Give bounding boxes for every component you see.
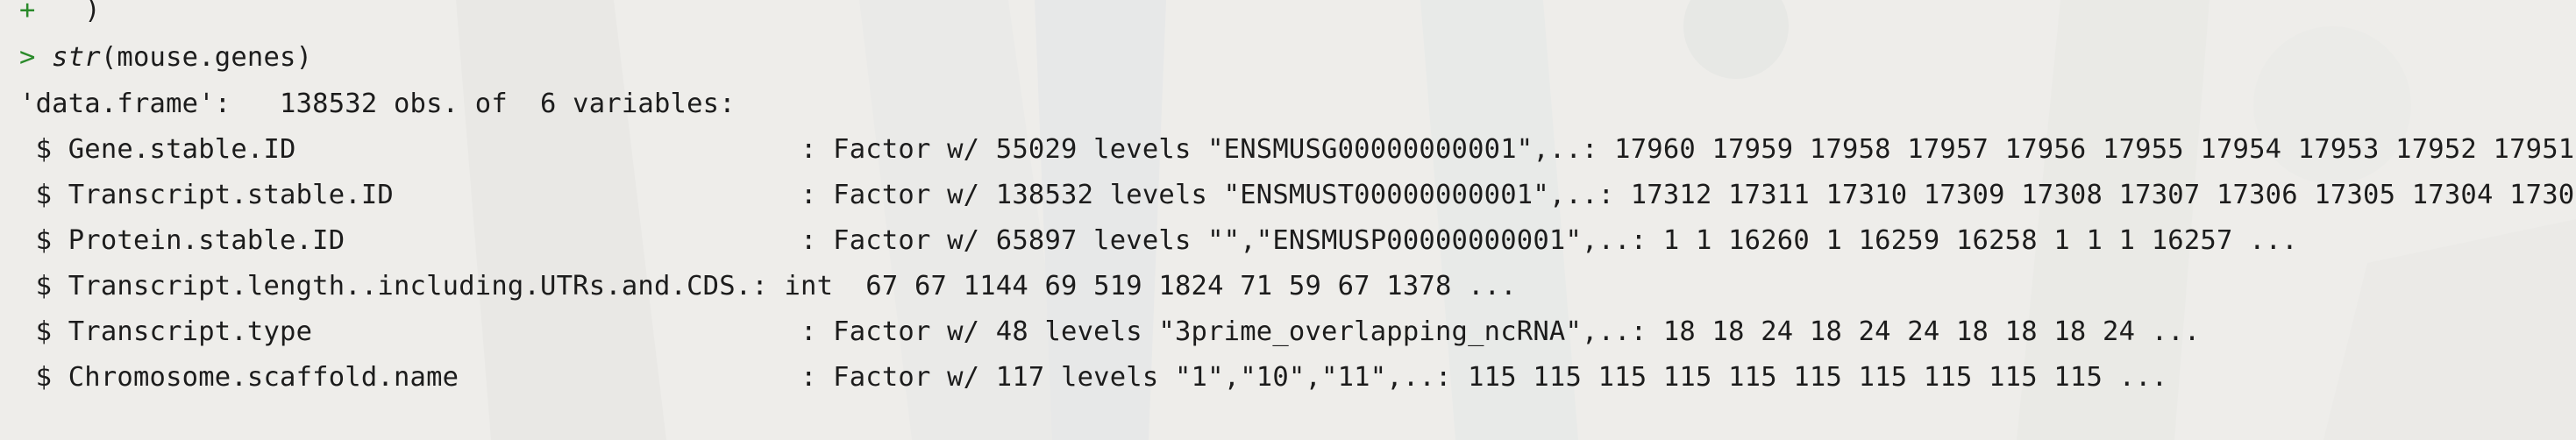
continuation-text: ): [35, 0, 101, 25]
continuation-prompt: +: [19, 0, 36, 25]
command-function: str: [52, 42, 101, 73]
command-line: > str(mouse.genes): [19, 35, 312, 81]
output-line-transcript-length: $ Transcript.length..including.UTRs.and.…: [19, 271, 1517, 302]
output-line-transcript-stable-id: $ Transcript.stable.ID : Factor w/ 13853…: [19, 180, 2576, 210]
output-line-transcript-type: $ Transcript.type : Factor w/ 48 levels …: [19, 316, 2201, 347]
r-console-output[interactable]: + ) > str(mouse.genes) 'data.frame': 138…: [0, 0, 2576, 440]
output-line-chromosome-scaffold-name: $ Chromosome.scaffold.name : Factor w/ 1…: [19, 362, 2168, 393]
command-prompt: >: [19, 42, 36, 73]
continuation-line: + ): [19, 0, 101, 33]
output-line-protein-stable-id: $ Protein.stable.ID : Factor w/ 65897 le…: [19, 225, 2298, 256]
output-line-structure-header: 'data.frame': 138532 obs. of 6 variables…: [19, 89, 736, 119]
output-line-gene-stable-id: $ Gene.stable.ID : Factor w/ 55029 level…: [19, 134, 2576, 165]
command-argument: (mouse.genes): [100, 42, 313, 73]
